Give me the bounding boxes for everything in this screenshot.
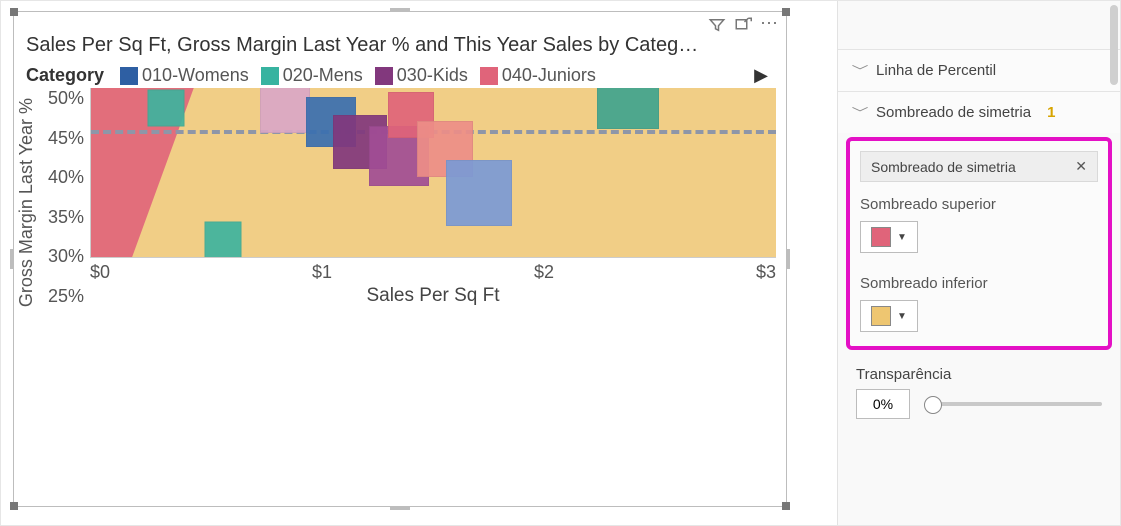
resize-handle[interactable] — [390, 8, 410, 12]
close-icon[interactable]: ✕ — [1075, 158, 1087, 175]
legend-item[interactable]: 030-Kids — [375, 65, 468, 86]
card-title: Sombreado de simetria — [876, 104, 1031, 121]
chart-visual[interactable]: ⋯ Sales Per Sq Ft, Gross Margin Last Yea… — [13, 11, 787, 507]
chevron-down-icon: ﹀ — [852, 62, 869, 79]
legend-label: 040-Juniors — [502, 65, 596, 86]
legend-item[interactable]: 010-Womens — [120, 65, 249, 86]
color-swatch — [871, 227, 891, 247]
transparency-input[interactable] — [856, 389, 910, 419]
field-label: Sombreado superior — [860, 196, 1098, 213]
resize-handle[interactable] — [390, 506, 410, 510]
resize-handle[interactable] — [782, 8, 790, 16]
plot-area[interactable] — [90, 88, 776, 258]
legend-item[interactable]: 020-Mens — [261, 65, 363, 86]
data-point[interactable] — [446, 160, 512, 226]
data-point[interactable] — [148, 90, 185, 127]
data-point[interactable] — [260, 88, 310, 133]
field-label: Sombreado inferior — [860, 275, 1098, 292]
legend-item[interactable]: 040-Juniors — [480, 65, 596, 86]
card-title: Linha de Percentil — [876, 62, 996, 79]
chart-legend: Category 010-Womens 020-Mens 030-Kids 04… — [14, 59, 786, 88]
field-label: Transparência — [856, 366, 1102, 383]
format-pane: ﹀ Linha de Percentil ﹀ Sombreado de sime… — [837, 1, 1120, 525]
chip-label: Sombreado de simetria — [871, 159, 1016, 175]
chart-title: Sales Per Sq Ft, Gross Margin Last Year … — [14, 12, 786, 59]
chevron-down-icon: ﹀ — [852, 104, 869, 121]
caret-down-icon: ▼ — [897, 232, 907, 243]
legend-title: Category — [26, 65, 104, 86]
scrollbar[interactable] — [1110, 5, 1118, 85]
x-axis-label: Sales Per Sq Ft — [90, 283, 776, 307]
resize-handle[interactable] — [782, 502, 790, 510]
upper-shade-color-picker[interactable]: ▼ — [860, 221, 918, 253]
instance-chip[interactable]: Sombreado de simetria ✕ — [860, 151, 1098, 182]
symmetry-shading-settings: Sombreado de simetria ✕ Sombreado superi… — [846, 137, 1112, 350]
color-swatch — [871, 306, 891, 326]
transparency-slider[interactable] — [924, 402, 1102, 406]
more-options-icon[interactable]: ⋯ — [760, 16, 780, 39]
y-axis-label: Gross Margin Last Year % — [14, 98, 42, 307]
card-percentile-line[interactable]: ﹀ Linha de Percentil — [838, 49, 1120, 91]
lower-shade-color-picker[interactable]: ▼ — [860, 300, 918, 332]
slider-knob[interactable] — [924, 396, 942, 414]
focus-mode-icon[interactable] — [734, 16, 752, 39]
data-point[interactable] — [205, 222, 242, 258]
card-symmetry-shading[interactable]: ﹀ Sombreado de simetria 1 — [838, 91, 1120, 133]
legend-label: 010-Womens — [142, 65, 249, 86]
x-axis-ticks: $0 $1 $2 $3 — [90, 258, 776, 283]
legend-label: 020-Mens — [283, 65, 363, 86]
resize-handle[interactable] — [786, 249, 790, 269]
filter-icon[interactable] — [708, 16, 726, 39]
data-point[interactable] — [597, 88, 659, 129]
resize-handle[interactable] — [10, 502, 18, 510]
caret-down-icon: ▼ — [897, 311, 907, 322]
y-axis-ticks: 50% 45% 40% 35% 30% 25% — [42, 88, 90, 307]
legend-next-icon[interactable]: ▶ — [754, 65, 774, 86]
resize-handle[interactable] — [10, 8, 18, 16]
card-count: 1 — [1047, 104, 1055, 121]
legend-label: 030-Kids — [397, 65, 468, 86]
